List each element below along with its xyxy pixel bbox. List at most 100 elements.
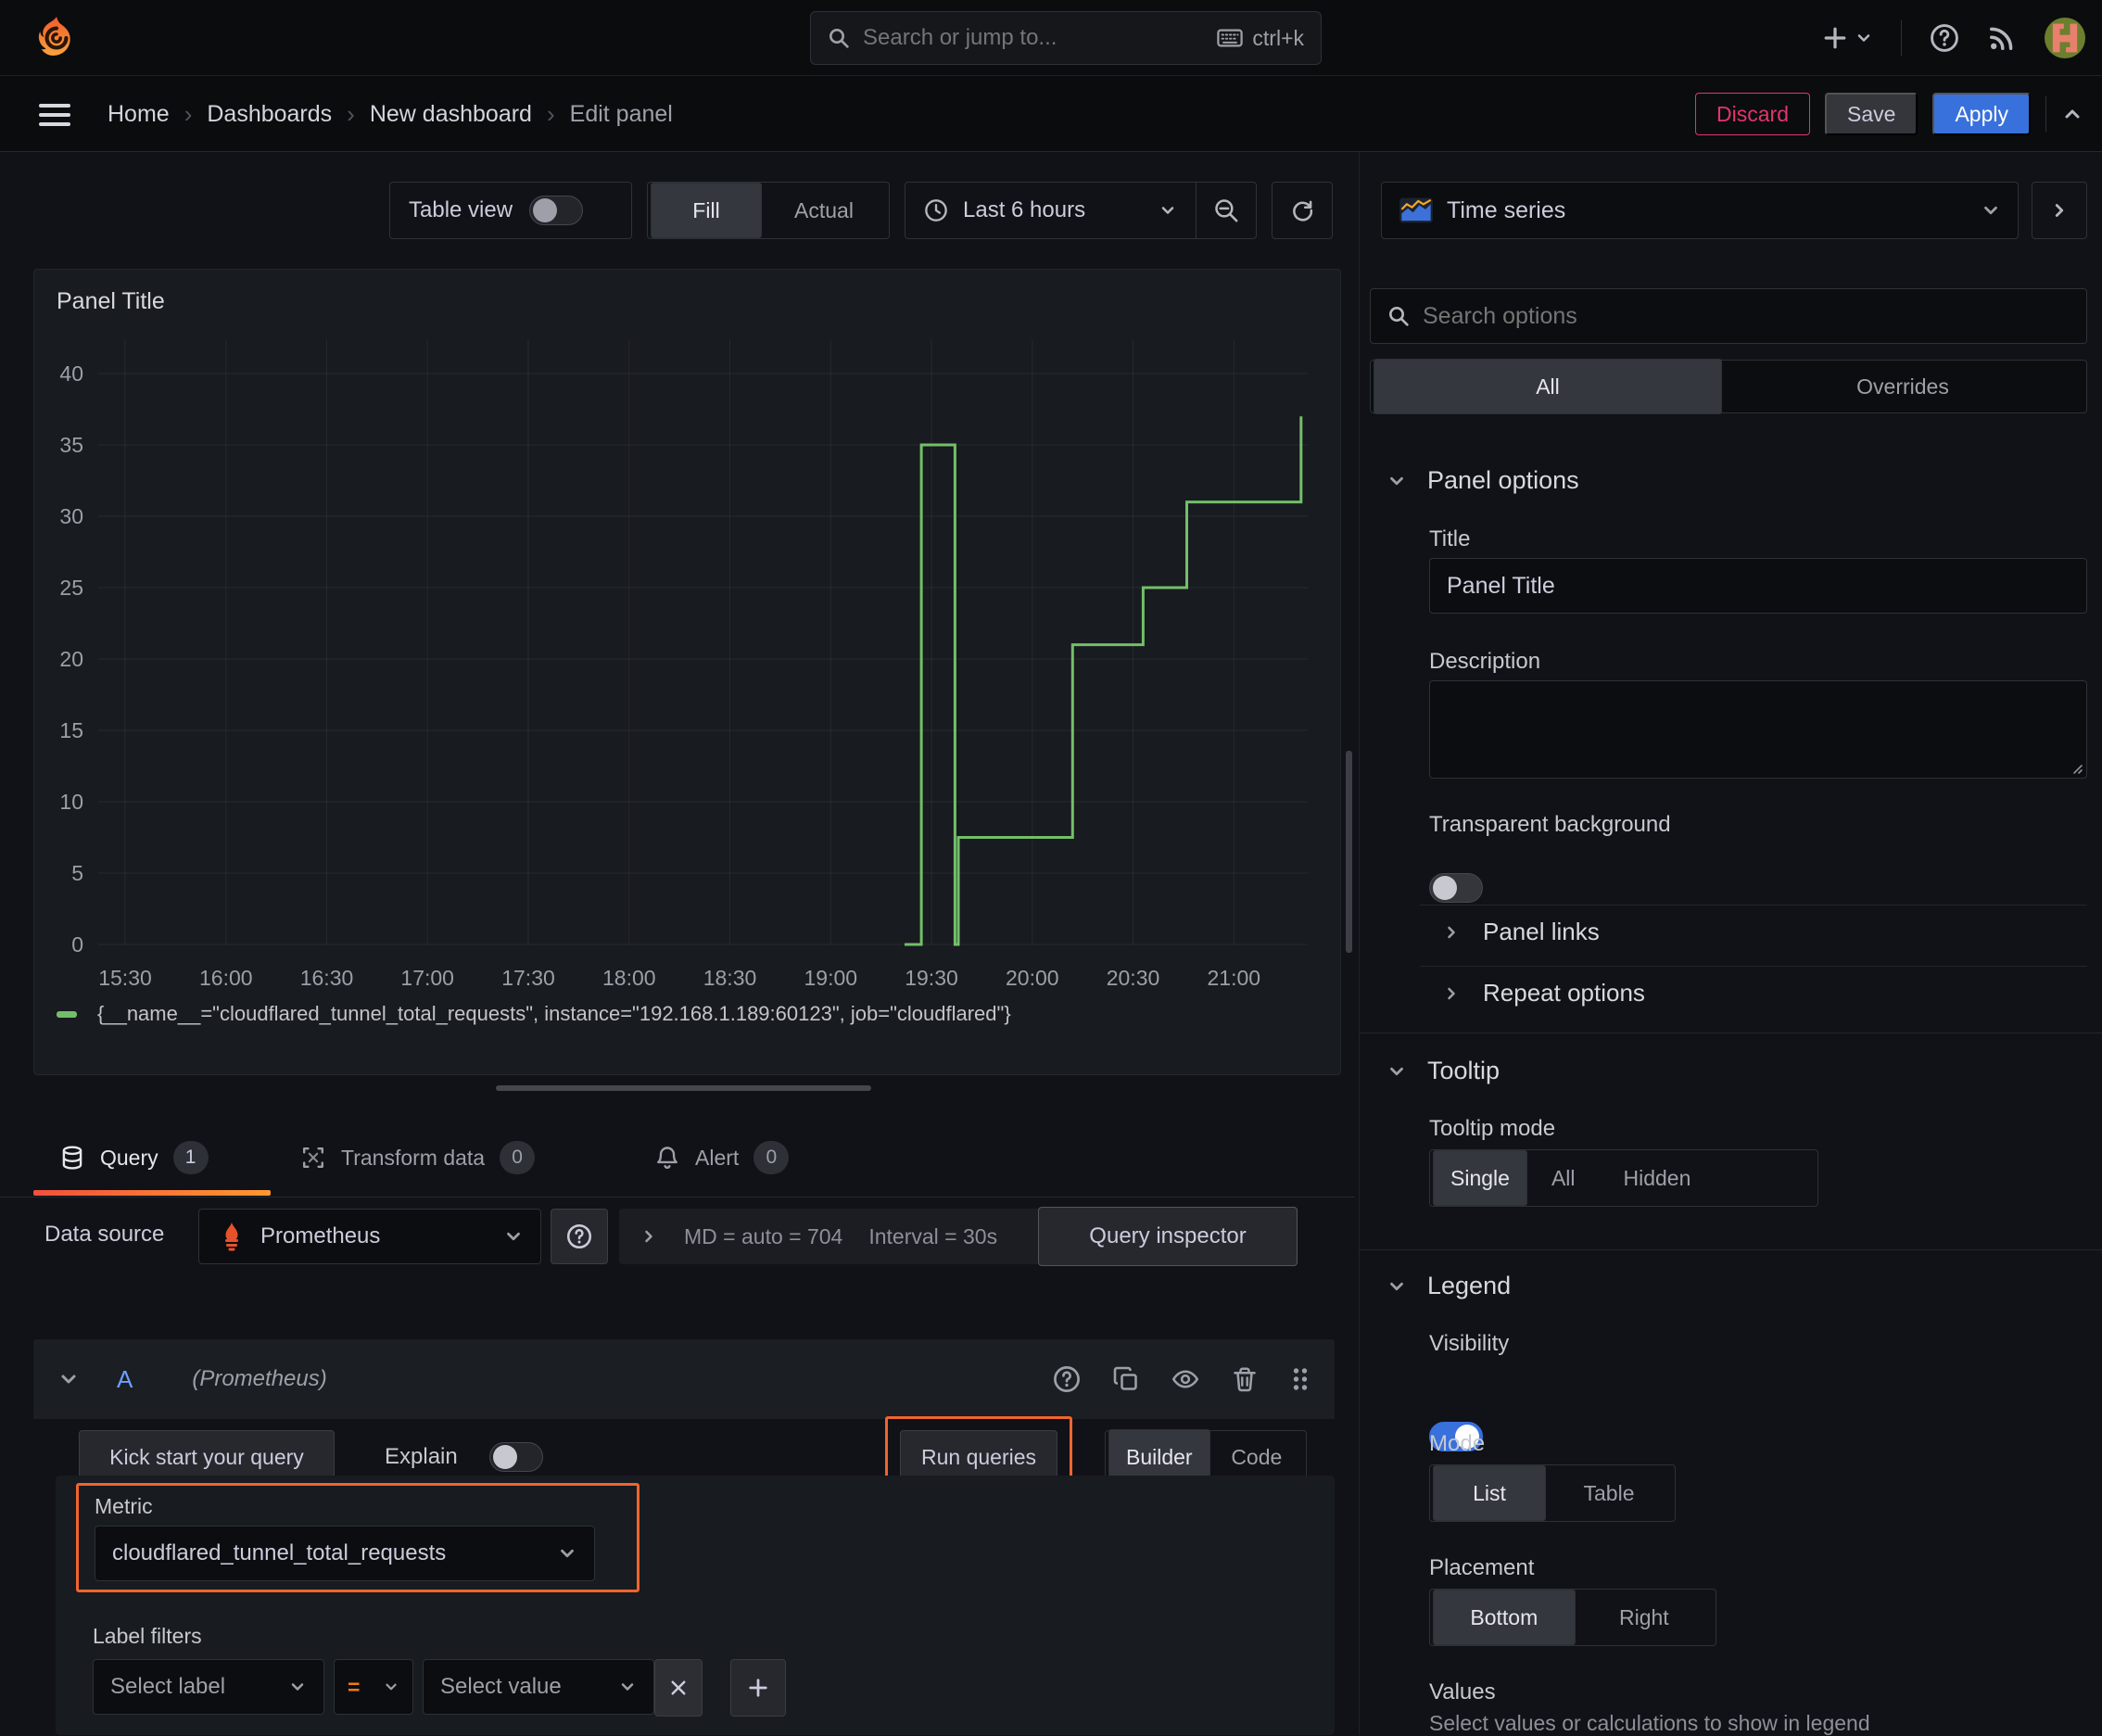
query-inspector-button[interactable]: Query inspector bbox=[1038, 1207, 1298, 1266]
placement-bottom[interactable]: Bottom bbox=[1433, 1590, 1576, 1645]
avatar[interactable] bbox=[2045, 18, 2085, 58]
breadcrumb-dashboards[interactable]: Dashboards bbox=[207, 101, 332, 128]
svg-text:21:00: 21:00 bbox=[1208, 966, 1261, 990]
options-search-input[interactable] bbox=[1423, 302, 2070, 330]
vertical-scrollbar[interactable] bbox=[1346, 751, 1352, 953]
pane-resize-handle[interactable] bbox=[496, 1085, 871, 1091]
help-button[interactable] bbox=[1930, 23, 1959, 53]
duplicate-query-icon[interactable] bbox=[1112, 1365, 1140, 1393]
tab-all[interactable]: All bbox=[1374, 359, 1722, 414]
breadcrumb-home[interactable]: Home bbox=[108, 101, 170, 128]
tooltip-mode-all[interactable]: All bbox=[1527, 1153, 1600, 1203]
add-filter-button[interactable] bbox=[730, 1659, 786, 1717]
section-divider bbox=[1359, 1249, 2102, 1250]
explain-toggle[interactable] bbox=[489, 1442, 543, 1472]
topnav-divider bbox=[1901, 20, 1902, 56]
repeat-options-section[interactable]: Repeat options bbox=[1442, 979, 1645, 1007]
remove-filter-button[interactable] bbox=[654, 1659, 703, 1717]
prometheus-icon bbox=[216, 1221, 247, 1252]
options-search[interactable] bbox=[1370, 288, 2087, 344]
chevron-right-icon[interactable] bbox=[639, 1227, 658, 1246]
legend-item[interactable]: {__name__="cloudflared_tunnel_total_requ… bbox=[57, 1002, 1011, 1026]
explain-label: Explain bbox=[385, 1444, 458, 1469]
save-button[interactable]: Save bbox=[1825, 93, 1918, 135]
interval-stat: Interval = 30s bbox=[868, 1223, 998, 1248]
max-data-points-stat: MD = auto = 704 bbox=[684, 1223, 843, 1248]
table-view-toggle[interactable] bbox=[529, 196, 584, 225]
chevron-down-icon bbox=[1387, 1061, 1407, 1082]
time-series-icon bbox=[1399, 196, 1434, 224]
operator-dropdown[interactable]: = bbox=[334, 1659, 413, 1715]
title-input[interactable] bbox=[1429, 558, 2087, 614]
svg-text:19:30: 19:30 bbox=[905, 966, 958, 990]
legend-values-label: Values bbox=[1429, 1679, 1496, 1704]
svg-text:20: 20 bbox=[59, 647, 83, 671]
code-option[interactable]: Code bbox=[1210, 1434, 1303, 1480]
new-menu-button[interactable] bbox=[1823, 26, 1873, 50]
global-search[interactable]: ctrl+k bbox=[810, 11, 1322, 65]
actual-option[interactable]: Actual bbox=[762, 185, 886, 235]
collapse-header-button[interactable] bbox=[2061, 103, 2083, 125]
delete-query-icon[interactable] bbox=[1231, 1365, 1259, 1393]
description-textarea[interactable] bbox=[1429, 680, 2087, 779]
query-help-icon[interactable] bbox=[1053, 1365, 1081, 1393]
legend-mode-list[interactable]: List bbox=[1433, 1465, 1546, 1521]
datasource-picker[interactable]: Prometheus bbox=[198, 1209, 541, 1264]
tab-query[interactable]: Query 1 bbox=[59, 1118, 209, 1197]
refresh-button[interactable] bbox=[1272, 182, 1333, 239]
grafana-logo[interactable] bbox=[33, 15, 80, 61]
svg-text:15:30: 15:30 bbox=[98, 966, 152, 990]
select-value-dropdown[interactable]: Select value bbox=[423, 1659, 654, 1715]
transparent-background-toggle[interactable] bbox=[1429, 873, 1483, 903]
disable-query-icon[interactable] bbox=[1171, 1365, 1199, 1393]
tab-alert[interactable]: Alert 0 bbox=[654, 1118, 790, 1197]
zoom-out-button[interactable] bbox=[1197, 197, 1256, 223]
fill-option[interactable]: Fill bbox=[651, 183, 762, 238]
datasource-help-button[interactable] bbox=[551, 1209, 608, 1264]
legend-values-hint: Select values or calculations to show in… bbox=[1429, 1711, 1870, 1735]
apply-button[interactable]: Apply bbox=[1932, 93, 2031, 135]
bell-icon bbox=[654, 1145, 680, 1171]
tooltip-mode-single[interactable]: Single bbox=[1433, 1150, 1527, 1206]
panel-links-section[interactable]: Panel links bbox=[1442, 918, 1600, 946]
svg-text:18:00: 18:00 bbox=[602, 966, 656, 990]
drag-query-handle[interactable] bbox=[1290, 1365, 1311, 1393]
placement-right[interactable]: Right bbox=[1576, 1592, 1713, 1642]
chevron-down-icon bbox=[1159, 201, 1177, 220]
title-label: Title bbox=[1429, 526, 1471, 551]
menu-toggle-button[interactable] bbox=[39, 104, 70, 126]
panel-options-title: Panel options bbox=[1427, 466, 1579, 494]
svg-text:10: 10 bbox=[59, 790, 83, 814]
search-icon bbox=[1387, 305, 1410, 327]
collapse-query-icon[interactable] bbox=[57, 1368, 80, 1390]
news-rss-button[interactable] bbox=[1987, 23, 2017, 53]
panel-options-header[interactable]: Panel options bbox=[1387, 466, 1579, 495]
database-icon bbox=[59, 1145, 85, 1171]
fill-actual-switcher: Fill Actual bbox=[647, 182, 890, 239]
operator-value: = bbox=[348, 1674, 361, 1699]
query-row-header[interactable]: A (Prometheus) bbox=[33, 1339, 1335, 1419]
global-search-input[interactable] bbox=[863, 25, 1205, 51]
legend-header[interactable]: Legend bbox=[1387, 1272, 1511, 1300]
metric-select[interactable]: cloudflared_tunnel_total_requests bbox=[95, 1526, 595, 1581]
panel-links-label: Panel links bbox=[1483, 918, 1600, 945]
visualization-picker[interactable]: Time series bbox=[1381, 182, 2019, 239]
breadcrumb-bar: Home › Dashboards › New dashboard › Edit… bbox=[0, 76, 2102, 152]
tab-overrides[interactable]: Overrides bbox=[1722, 363, 2083, 410]
breadcrumb-new-dashboard[interactable]: New dashboard bbox=[370, 101, 532, 128]
discard-button[interactable]: Discard bbox=[1695, 93, 1811, 135]
tooltip-mode-hidden[interactable]: Hidden bbox=[1600, 1153, 1716, 1203]
legend-mode-switcher: List Table bbox=[1429, 1464, 1676, 1522]
collapse-options-button[interactable] bbox=[2032, 182, 2087, 239]
tooltip-header[interactable]: Tooltip bbox=[1387, 1057, 1500, 1085]
transform-count-badge: 0 bbox=[500, 1141, 536, 1174]
legend-mode-table[interactable]: Table bbox=[1546, 1468, 1672, 1518]
time-range-picker[interactable]: Last 6 hours bbox=[905, 183, 1196, 238]
series-label: {__name__="cloudflared_tunnel_total_requ… bbox=[97, 1002, 1011, 1025]
tab-transform-label: Transform data bbox=[341, 1145, 486, 1170]
resize-grip-icon[interactable] bbox=[2069, 760, 2083, 775]
alert-count-badge: 0 bbox=[753, 1141, 790, 1174]
select-label-dropdown[interactable]: Select label bbox=[93, 1659, 324, 1715]
tab-transform[interactable]: Transform data 0 bbox=[300, 1118, 536, 1197]
chevron-down-icon bbox=[618, 1678, 637, 1696]
